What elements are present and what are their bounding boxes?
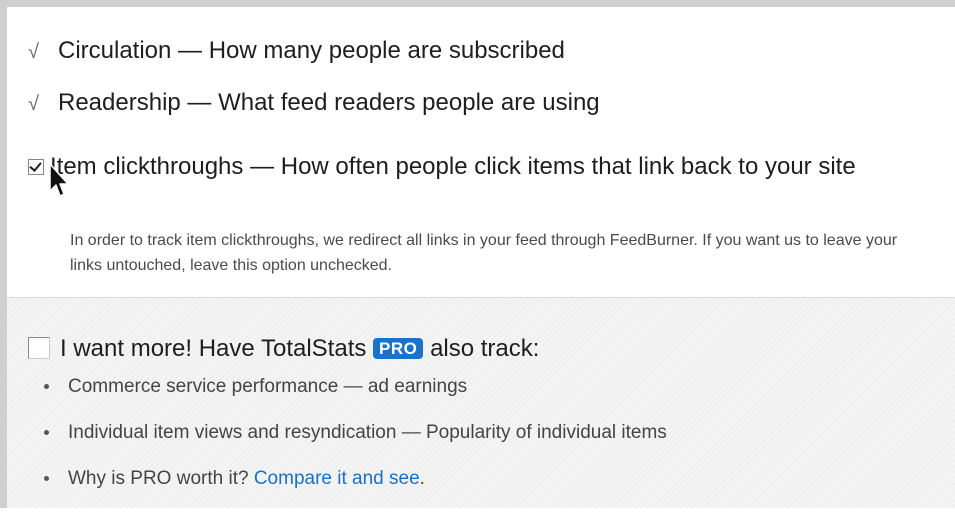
clickthroughs-checkbox[interactable] <box>28 159 44 175</box>
compare-link[interactable]: Compare it and see <box>254 468 420 489</box>
stat-item-clickthroughs: Item clickthroughs — How often people cl… <box>28 145 928 188</box>
pro-features-list: Commerce service performance — ad earnin… <box>40 376 667 514</box>
checkmark-icon: √ <box>28 93 39 115</box>
list-item: Individual item views and resyndication … <box>40 422 667 443</box>
list-item-text: Individual item views and resyndication … <box>68 422 667 443</box>
list-item: Why is PRO worth it? Compare it and see. <box>40 468 667 489</box>
pro-label-after[interactable]: also track: <box>430 335 539 362</box>
mouse-pointer-icon <box>49 163 69 197</box>
list-item-text: Commerce service performance — ad earnin… <box>68 376 468 397</box>
clickthroughs-label[interactable]: Item clickthroughs — How often people cl… <box>50 153 856 180</box>
stat-circulation: √ Circulation — How many people are subsc… <box>28 37 565 66</box>
stat-readership: √ Readership — What feed readers people a… <box>28 89 600 118</box>
list-item-text: Why is PRO worth it? <box>68 468 249 489</box>
checkmark-icon: √ <box>28 41 39 63</box>
stat-circulation-label: Circulation — How many people are subscr… <box>58 37 565 64</box>
list-item-suffix: . <box>419 468 425 489</box>
bullet-icon <box>44 430 49 435</box>
pro-checkbox[interactable] <box>28 337 50 359</box>
clickthroughs-note: In order to track item clickthroughs, we… <box>70 232 898 274</box>
stat-readership-label: Readership — What feed readers people ar… <box>58 89 600 116</box>
pro-upgrade-option: I want more! Have TotalStats PRO also tr… <box>28 334 539 364</box>
bullet-icon <box>44 476 49 481</box>
pro-label-before[interactable]: I want more! Have TotalStats <box>60 335 366 362</box>
bullet-icon <box>44 384 49 389</box>
list-item: Commerce service performance — ad earnin… <box>40 376 667 397</box>
pro-badge: PRO <box>373 338 424 359</box>
